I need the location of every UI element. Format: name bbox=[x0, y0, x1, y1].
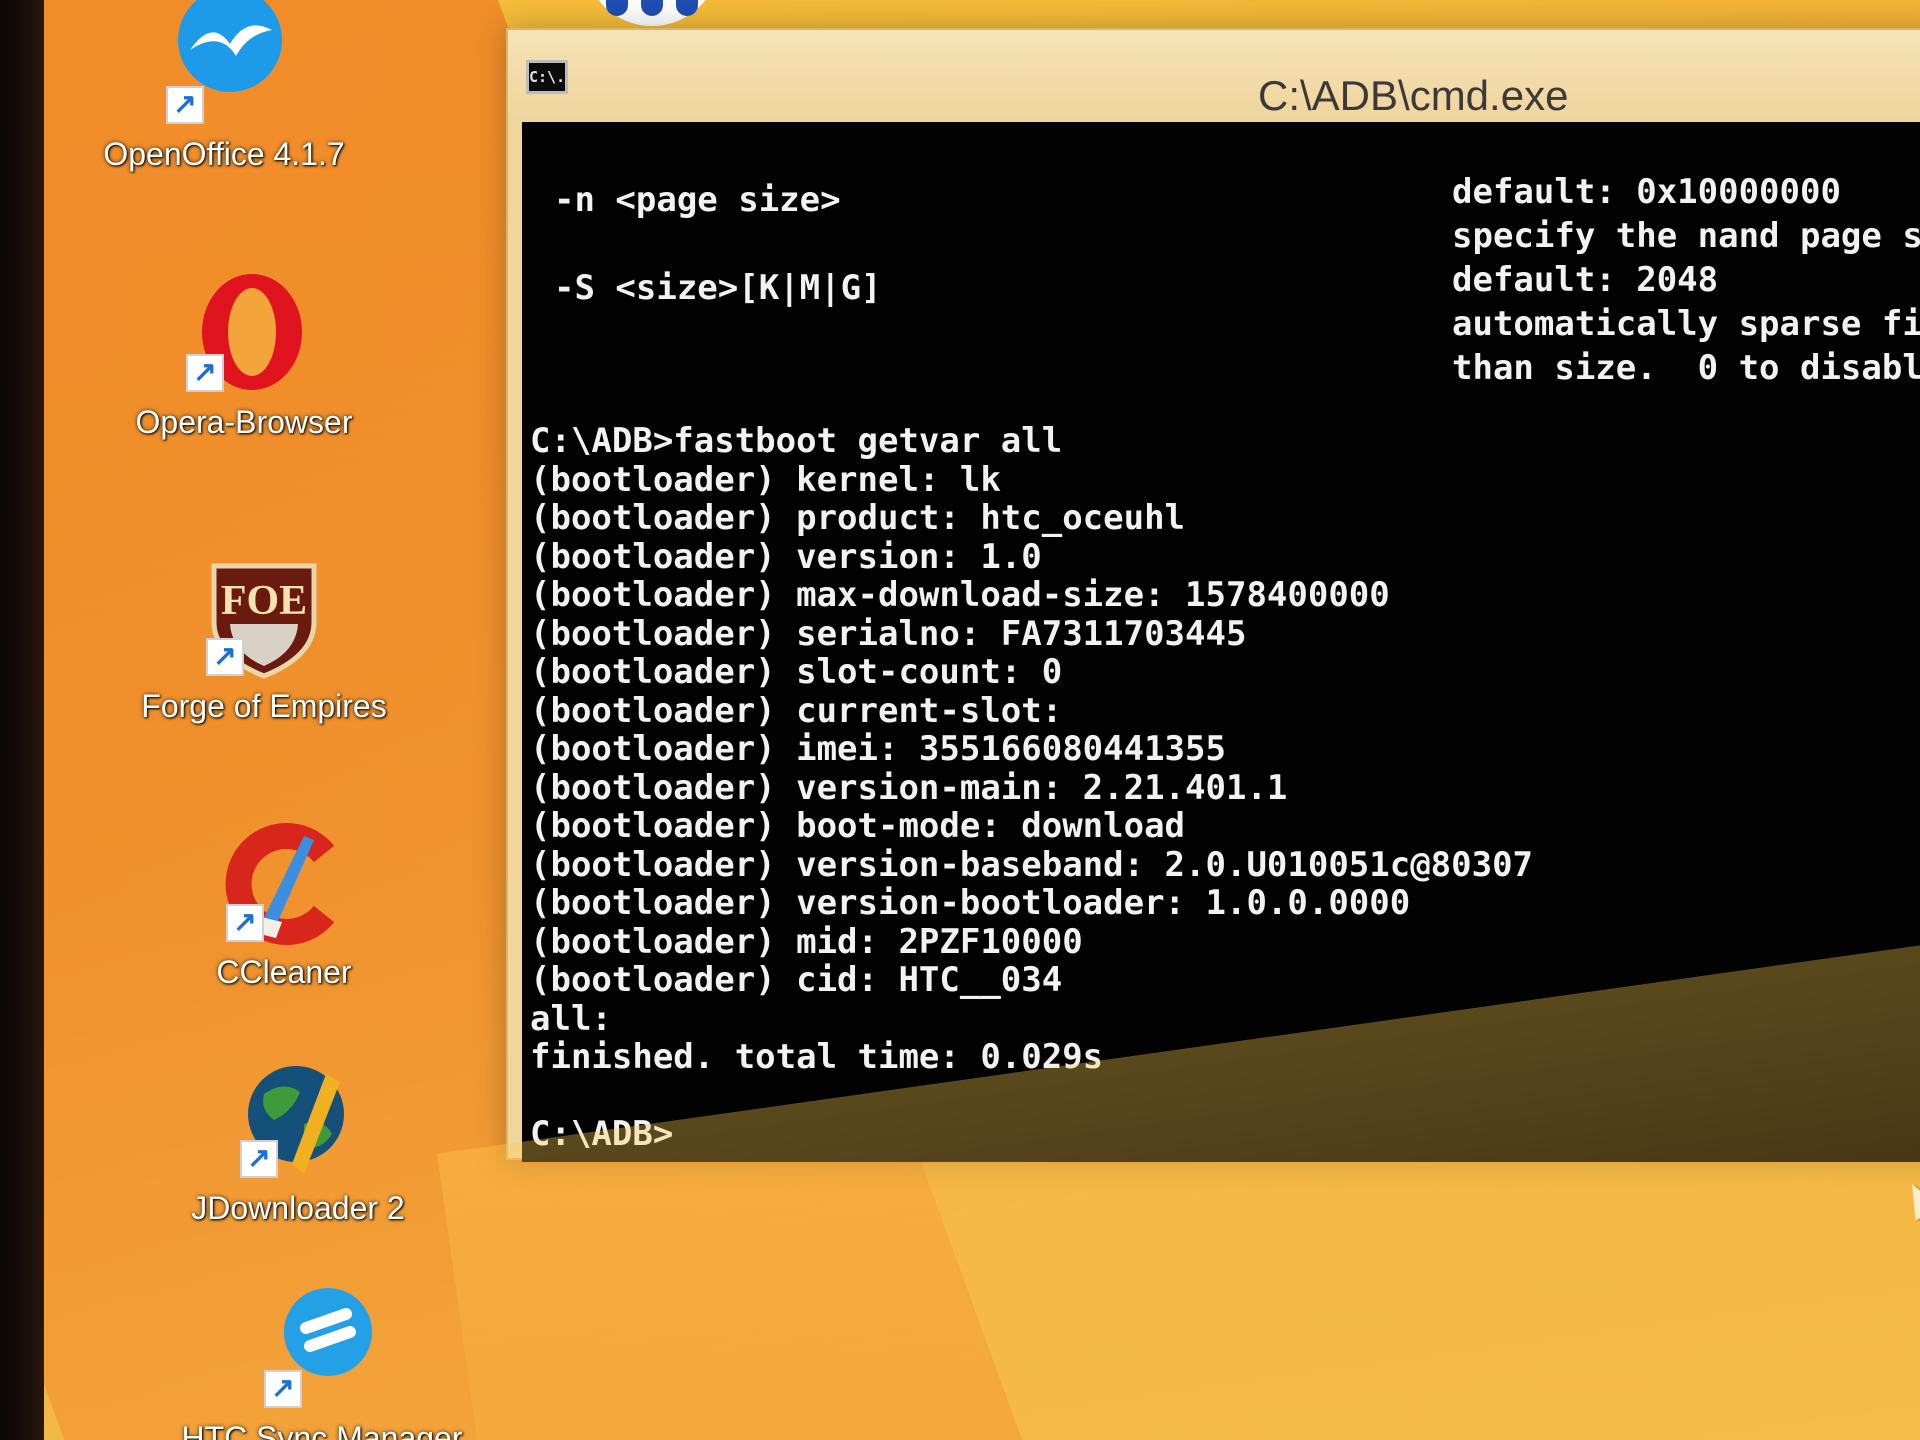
partial-shortcut-icon[interactable] bbox=[584, 0, 720, 26]
shortcut-arrow-icon: ↗ bbox=[240, 1140, 278, 1178]
shortcut-forge-of-empires[interactable]: FOE ↗ Forge of Empires bbox=[114, 552, 414, 725]
shortcut-arrow-icon: ↗ bbox=[226, 904, 264, 942]
shortcut-label: CCleaner bbox=[216, 954, 352, 990]
shortcut-label: Forge of Empires bbox=[141, 688, 387, 724]
desktop[interactable]: ↗ OpenOffice 4.1.7 ↗ Opera-Browser FOE ↗… bbox=[44, 0, 1920, 1440]
foe-shield-icon: FOE ↗ bbox=[200, 552, 328, 680]
shortcut-arrow-icon: ↗ bbox=[264, 1370, 302, 1408]
jdownloader-globe-icon: ↗ bbox=[234, 1054, 362, 1182]
shortcut-label: JDownloader 2 bbox=[191, 1190, 405, 1226]
cmd-prompt-icon[interactable]: C:\. bbox=[526, 60, 568, 94]
window-titlebar[interactable]: C:\. C:\ADB\cmd.exe bbox=[508, 30, 1920, 122]
openoffice-gull-icon: ↗ bbox=[160, 0, 288, 128]
shortcut-label: Opera-Browser bbox=[135, 404, 353, 440]
shortcut-htc-sync-manager[interactable]: ↗ HTC Sync Manager bbox=[172, 1284, 472, 1440]
fastboot-output: C:\ADB>fastboot getvar all (bootloader) … bbox=[530, 421, 1534, 1154]
shortcut-opera[interactable]: ↗ Opera-Browser bbox=[94, 268, 394, 441]
shortcut-arrow-icon: ↗ bbox=[166, 86, 204, 124]
shortcut-jdownloader[interactable]: ↗ JDownloader 2 bbox=[148, 1054, 448, 1227]
monitor-bezel bbox=[0, 0, 44, 1440]
console-output-area[interactable]: -n <page size> -S <size>[K|M|G] default:… bbox=[522, 122, 1920, 1162]
window-title: C:\ADB\cmd.exe bbox=[1258, 72, 1569, 119]
opera-o-icon: ↗ bbox=[180, 268, 308, 396]
help-text-options: -n <page size> -S <size>[K|M|G] bbox=[554, 180, 882, 308]
svg-text:FOE: FOE bbox=[221, 578, 307, 624]
cmd-window[interactable]: C:\. C:\ADB\cmd.exe -n <page size> -S <s… bbox=[506, 28, 1920, 1162]
shortcut-label: HTC Sync Manager bbox=[181, 1420, 463, 1440]
shortcut-openoffice[interactable]: ↗ OpenOffice 4.1.7 bbox=[74, 0, 374, 173]
shortcut-label: OpenOffice 4.1.7 bbox=[103, 136, 345, 172]
mouse-pointer-icon bbox=[1899, 1177, 1920, 1221]
help-text-descriptions: default: 0x10000000 specify the nand pag… bbox=[1452, 172, 1920, 388]
shortcut-ccleaner[interactable]: ↗ CCleaner bbox=[134, 818, 434, 991]
ccleaner-broom-icon: ↗ bbox=[220, 818, 348, 946]
shortcut-arrow-icon: ↗ bbox=[186, 354, 224, 392]
shortcut-arrow-icon: ↗ bbox=[206, 638, 244, 676]
htc-sync-icon: ↗ bbox=[258, 1284, 386, 1412]
